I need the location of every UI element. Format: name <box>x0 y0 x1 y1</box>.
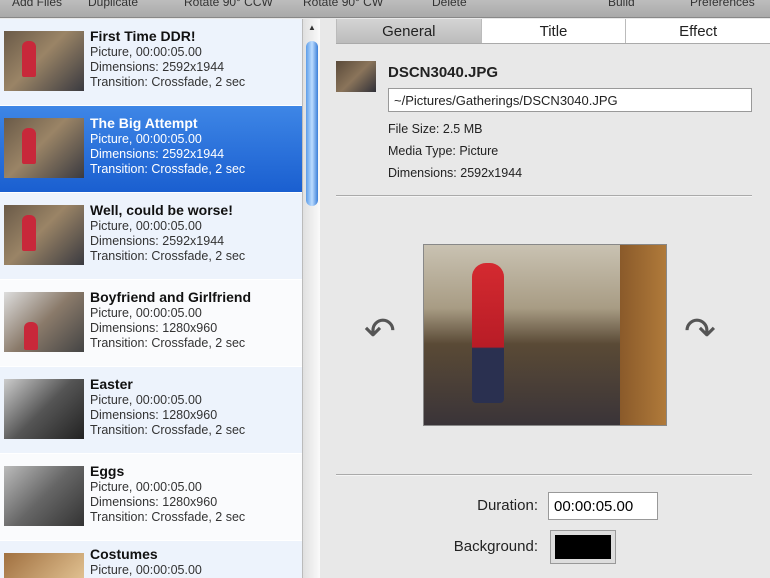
list-item-selected[interactable]: The Big Attempt Picture, 00:00:05.00 Dimen… <box>0 106 302 193</box>
tab-bar: General Title Effect <box>336 19 770 44</box>
list-item[interactable]: Easter Picture, 00:00:05.00 Dimensions: 12… <box>0 367 302 454</box>
item-dimensions: Dimensions: 1280x960 <box>90 408 218 422</box>
preferences-button[interactable]: Preferences <box>690 0 755 9</box>
rotate-cw-button[interactable]: Rotate 90° CW <box>303 0 383 9</box>
item-title: Well, could be worse! <box>90 202 233 218</box>
thumbnail <box>4 466 84 526</box>
item-dimensions: Dimensions: 2592x1944 <box>90 147 225 161</box>
thumbnail <box>4 118 84 178</box>
item-type: Picture, 00:00:05.00 <box>90 306 202 320</box>
thumbnail <box>4 379 84 439</box>
item-transition: Transition: Crossfade, 2 sec <box>90 162 246 176</box>
rotate-ccw-button[interactable]: Rotate 90° CCW <box>184 0 273 9</box>
item-title: The Big Attempt <box>90 115 198 131</box>
file-name: DSCN3040.JPG <box>388 64 499 81</box>
item-transition: Transition: Crossfade, 2 sec <box>90 423 246 437</box>
build-button[interactable]: Build <box>608 0 635 9</box>
thumbnail <box>4 205 84 265</box>
item-title: First Time DDR! <box>90 28 196 44</box>
item-type: Picture, 00:00:05.00 <box>90 563 202 577</box>
item-dimensions: Dimensions: 1280x960 <box>90 321 218 335</box>
add-files-button[interactable]: Add Files <box>12 0 62 9</box>
rotate-ccw-icon[interactable]: ↶ <box>364 309 396 354</box>
item-dimensions: Dimensions: 2592x1944 <box>90 60 225 74</box>
duplicate-button[interactable]: Duplicate <box>88 0 138 9</box>
item-transition: Transition: Crossfade, 2 sec <box>90 336 246 350</box>
file-thumbnail <box>336 61 376 92</box>
rotate-cw-icon[interactable]: ↷ <box>684 309 716 354</box>
thumbnail <box>4 553 84 578</box>
divider <box>336 195 752 197</box>
slide-list: First Time DDR! Picture, 00:00:05.00 Dimen… <box>0 19 302 578</box>
list-item[interactable]: First Time DDR! Picture, 00:00:05.00 Dimen… <box>0 19 302 106</box>
duration-label: Duration: <box>477 497 538 514</box>
thumbnail <box>4 292 84 352</box>
file-size: File Size: 2.5 MB <box>388 122 483 136</box>
divider <box>336 474 752 476</box>
list-item[interactable]: Boyfriend and Girlfriend Picture, 00:00:0… <box>0 280 302 367</box>
toolbar: Add Files Duplicate Rotate 90° CCW Rotat… <box>0 0 770 18</box>
photo-preview <box>423 244 667 426</box>
media-type: Media Type: Picture <box>388 144 499 158</box>
item-dimensions: Dimensions: 1280x960 <box>90 495 218 509</box>
file-path-field[interactable] <box>388 88 752 112</box>
list-item[interactable]: Well, could be worse! Picture, 00:00:05.0… <box>0 193 302 280</box>
tab-effect[interactable]: Effect <box>625 19 770 43</box>
item-type: Picture, 00:00:05.00 <box>90 132 202 146</box>
scroll-up-arrow-icon[interactable]: ▲ <box>308 23 316 32</box>
item-type: Picture, 00:00:05.00 <box>90 393 202 407</box>
background-color-swatch <box>555 535 611 559</box>
item-transition: Transition: Crossfade, 2 sec <box>90 249 246 263</box>
dimensions: Dimensions: 2592x1944 <box>388 166 523 180</box>
thumbnail <box>4 31 84 91</box>
tab-general[interactable]: General <box>336 19 481 43</box>
item-dimensions: Dimensions: 2592x1944 <box>90 234 225 248</box>
item-type: Picture, 00:00:05.00 <box>90 219 202 233</box>
item-transition: Transition: Crossfade, 2 sec <box>90 510 246 524</box>
background-color-well[interactable] <box>550 530 616 564</box>
item-type: Picture, 00:00:05.00 <box>90 45 202 59</box>
item-title: Boyfriend and Girlfriend <box>90 289 252 305</box>
item-title: Easter <box>90 376 133 392</box>
list-item[interactable]: Eggs Picture, 00:00:05.00 Dimensions: 1280… <box>0 454 302 541</box>
background-label: Background: <box>453 538 538 555</box>
duration-field[interactable] <box>548 492 658 520</box>
scrollbar-thumb[interactable] <box>306 41 318 206</box>
inspector-panel: General Title Effect DSCN3040.JPG File S… <box>320 19 770 578</box>
delete-button[interactable]: Delete <box>432 0 467 9</box>
item-type: Picture, 00:00:05.00 <box>90 480 202 494</box>
item-title: Costumes <box>90 546 158 562</box>
item-transition: Transition: Crossfade, 2 sec <box>90 75 246 89</box>
tab-title[interactable]: Title <box>480 19 626 43</box>
item-title: Eggs <box>90 463 125 479</box>
list-item[interactable]: Costumes Picture, 00:00:05.00 <box>0 541 302 578</box>
list-scrollbar[interactable]: ▲ <box>302 19 320 578</box>
